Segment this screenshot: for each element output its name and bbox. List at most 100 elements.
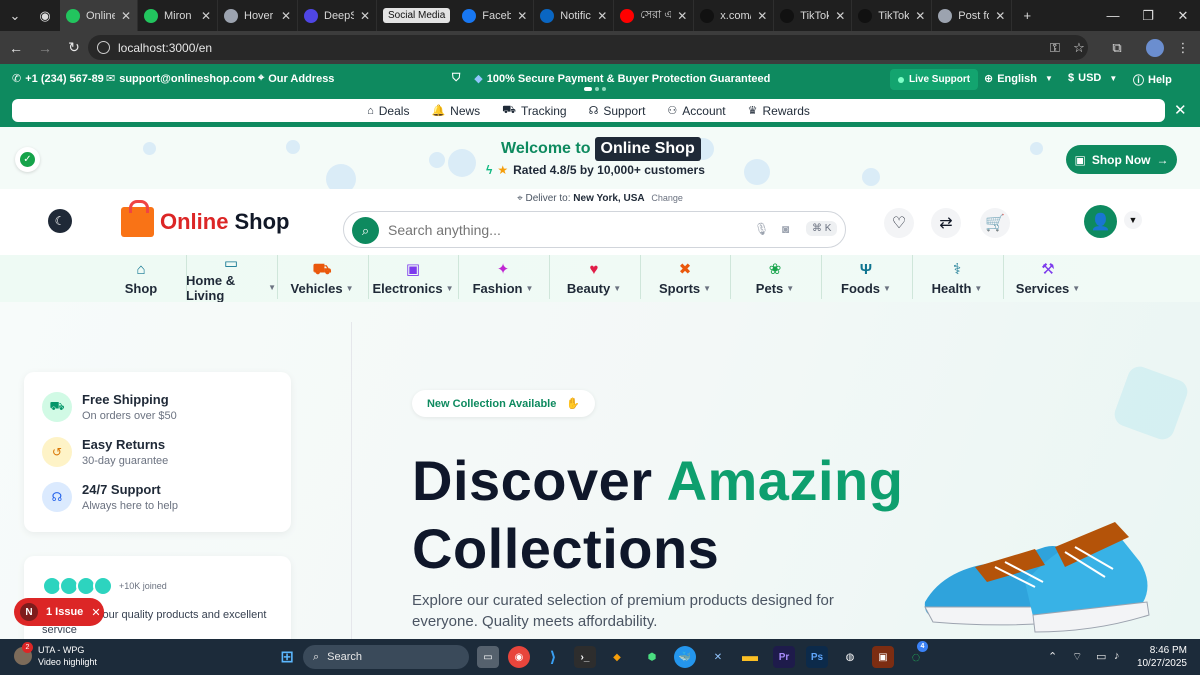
category-shop[interactable]: ⌂ Shop [96, 255, 186, 302]
search-input[interactable] [388, 219, 718, 241]
category-services[interactable]: ⚒ Services ▼ [1003, 255, 1093, 302]
profile-avatar[interactable] [1146, 39, 1164, 57]
close-tab-icon[interactable]: ✕ [354, 9, 370, 23]
quicklink-support[interactable]: ☊ Support [589, 104, 646, 118]
media-app-icon[interactable]: ▣ [872, 646, 894, 668]
tab-group-label[interactable]: Social Media [383, 8, 451, 23]
key-icon[interactable]: ⚿ [1046, 39, 1064, 57]
category-fashion[interactable]: ✦ Fashion ▼ [458, 255, 548, 302]
site-info-icon[interactable] [97, 41, 110, 54]
vscode-icon[interactable]: ⟩ [542, 646, 564, 668]
close-tab-icon[interactable]: ✕ [671, 9, 687, 23]
photoshop-icon[interactable]: Ps [806, 646, 828, 668]
chrome-icon[interactable]: ◉ [30, 0, 60, 31]
currency-select[interactable]: $ USD ▼ [1068, 72, 1117, 84]
phone-link[interactable]: ✆ +1 (234) 567-89 [12, 72, 104, 86]
wishlist-heart-icon[interactable]: ♡ [884, 208, 914, 238]
close-tab-icon[interactable]: ✕ [989, 9, 1005, 23]
premiere-pro-icon[interactable]: Pr [773, 646, 795, 668]
category-health[interactable]: ⚕ Health ▼ [912, 255, 1002, 302]
close-tab-icon[interactable]: ✕ [829, 9, 845, 23]
chevron-down-icon[interactable]: ▼ [1124, 211, 1142, 229]
quicklink-account[interactable]: ⚇ Account [667, 104, 725, 118]
camera-icon[interactable]: ◙ [782, 222, 789, 236]
help-link[interactable]: ⓘ Help [1133, 72, 1172, 88]
user-avatar-icon[interactable]: 👤 [1084, 205, 1117, 238]
browser-tab[interactable]: Notific ✕ [534, 0, 615, 31]
category-electronics[interactable]: ▣ Electronics ▼ [368, 255, 458, 302]
reload-button[interactable]: ↻ [61, 35, 87, 61]
docker-icon[interactable]: 🐳 [674, 646, 696, 668]
git-icon[interactable]: ◆ [606, 646, 628, 668]
address-link[interactable]: ⌖ Our Address [258, 72, 334, 85]
maximize-button[interactable]: ❐ [1128, 0, 1168, 31]
language-select[interactable]: ⊕ English ▼ [984, 72, 1053, 86]
new-tab-button[interactable]: + [1012, 0, 1042, 31]
nodejs-icon[interactable]: ⬢ [641, 646, 663, 668]
extensions-icon[interactable]: ⧉ [1108, 39, 1126, 57]
task-view-icon[interactable]: ▭ [477, 646, 499, 668]
browser-tab[interactable]: TikTok ✕ [852, 0, 933, 31]
shop-now-button[interactable]: ▣ Shop Now → [1066, 145, 1177, 174]
whatsapp-icon[interactable]: ◌ 4 [905, 641, 928, 668]
close-icon[interactable]: ✕ [91, 606, 100, 619]
category-vehicles[interactable]: ⛟ Vehicles ▼ [277, 255, 367, 302]
banner-carousel-dots[interactable] [584, 87, 606, 91]
deliver-to[interactable]: ⌖ Deliver to: New York, USA Change [0, 193, 1200, 204]
browser-tab[interactable]: Hover ✕ [218, 0, 298, 31]
live-support-button[interactable]: Live Support [890, 69, 979, 90]
browser-tab[interactable]: x.com/✕ [694, 0, 775, 31]
app-icon[interactable]: ✕ [707, 646, 729, 668]
close-tab-icon[interactable]: ✕ [591, 9, 607, 23]
close-tab-icon[interactable]: ✕ [275, 9, 291, 23]
chrome-icon[interactable]: ◉ [508, 646, 530, 668]
browser-tab[interactable]: DeepS✕ [298, 0, 377, 31]
taskbar-search[interactable]: ⌕ Search [303, 645, 469, 669]
display-icon[interactable]: ▭ [1096, 650, 1106, 663]
forward-button[interactable]: → [32, 35, 58, 61]
close-tab-icon[interactable]: ✕ [511, 9, 527, 23]
menu-icon[interactable]: ⋮ [1174, 39, 1192, 57]
volume-icon[interactable]: ♪ [1114, 650, 1120, 662]
compare-arrows-icon[interactable]: ⇄ [931, 208, 961, 238]
browser-tab[interactable]: Miron ✕ [138, 0, 218, 31]
category-sports[interactable]: ✖ Sports ▼ [640, 255, 730, 302]
terminal-icon[interactable]: ›_ [574, 646, 596, 668]
theme-toggle-moon-icon[interactable]: ☾ [48, 209, 72, 233]
obs-icon[interactable]: ◍ [839, 646, 861, 668]
browser-tab[interactable]: Faceb ✕ [456, 0, 535, 31]
browser-tab[interactable]: TikTok ✕ [774, 0, 853, 31]
close-tab-icon[interactable]: ✕ [751, 9, 767, 23]
dev-issues-badge[interactable]: N 1 Issue ✕ [14, 598, 104, 626]
quicklink-rewards[interactable]: ♛ Rewards [748, 104, 810, 118]
windows-start-icon[interactable]: ⊞ [276, 646, 298, 668]
category-foods[interactable]: Ψ Foods ▼ [821, 255, 911, 302]
tab-search-button[interactable]: ⌄ [0, 0, 30, 31]
close-window-button[interactable]: ✕ [1163, 0, 1200, 31]
category-beauty[interactable]: ♥ Beauty ▼ [549, 255, 639, 302]
category-pets[interactable]: ❀ Pets ▼ [730, 255, 820, 302]
bookmark-star-icon[interactable]: ☆ [1070, 39, 1088, 57]
minimize-button[interactable]: — [1093, 0, 1133, 31]
file-explorer-icon[interactable]: ▬ [739, 646, 761, 668]
email-link[interactable]: ✉ support@onlineshop.com [106, 72, 255, 86]
close-tab-icon[interactable]: ✕ [909, 9, 925, 23]
wifi-off-icon[interactable]: ⌔ [1072, 650, 1082, 664]
close-tab-icon[interactable]: ✕ [195, 9, 211, 23]
back-button[interactable]: ← [3, 35, 29, 61]
browser-tab[interactable]: Post fo ✕ [932, 0, 1013, 31]
close-tab-icon[interactable]: ✕ [115, 9, 131, 23]
system-clock[interactable]: 8:46 PM 10/27/2025 [1135, 644, 1187, 670]
news-widget[interactable]: 2 UTA - WPG Video highlight [14, 642, 97, 668]
browser-tab[interactable]: Online ✕ [60, 0, 138, 31]
close-icon[interactable]: ✕ [1174, 101, 1187, 119]
site-logo[interactable]: Online Shop [121, 200, 289, 237]
chevron-up-icon[interactable]: ⌃ [1048, 650, 1057, 663]
url-field[interactable]: localhost:3000/en [88, 35, 1088, 60]
browser-tab[interactable]: সেরা এ ✕ [614, 0, 695, 31]
cart-icon[interactable]: 🛒 [980, 208, 1010, 238]
quicklink-deals[interactable]: ⌂ Deals [367, 104, 409, 118]
change-location-link[interactable]: Change [651, 193, 683, 203]
category-home-living[interactable]: ▭ Home & Living ▼ [186, 255, 276, 303]
search-icon[interactable]: ⌕ [352, 217, 379, 244]
